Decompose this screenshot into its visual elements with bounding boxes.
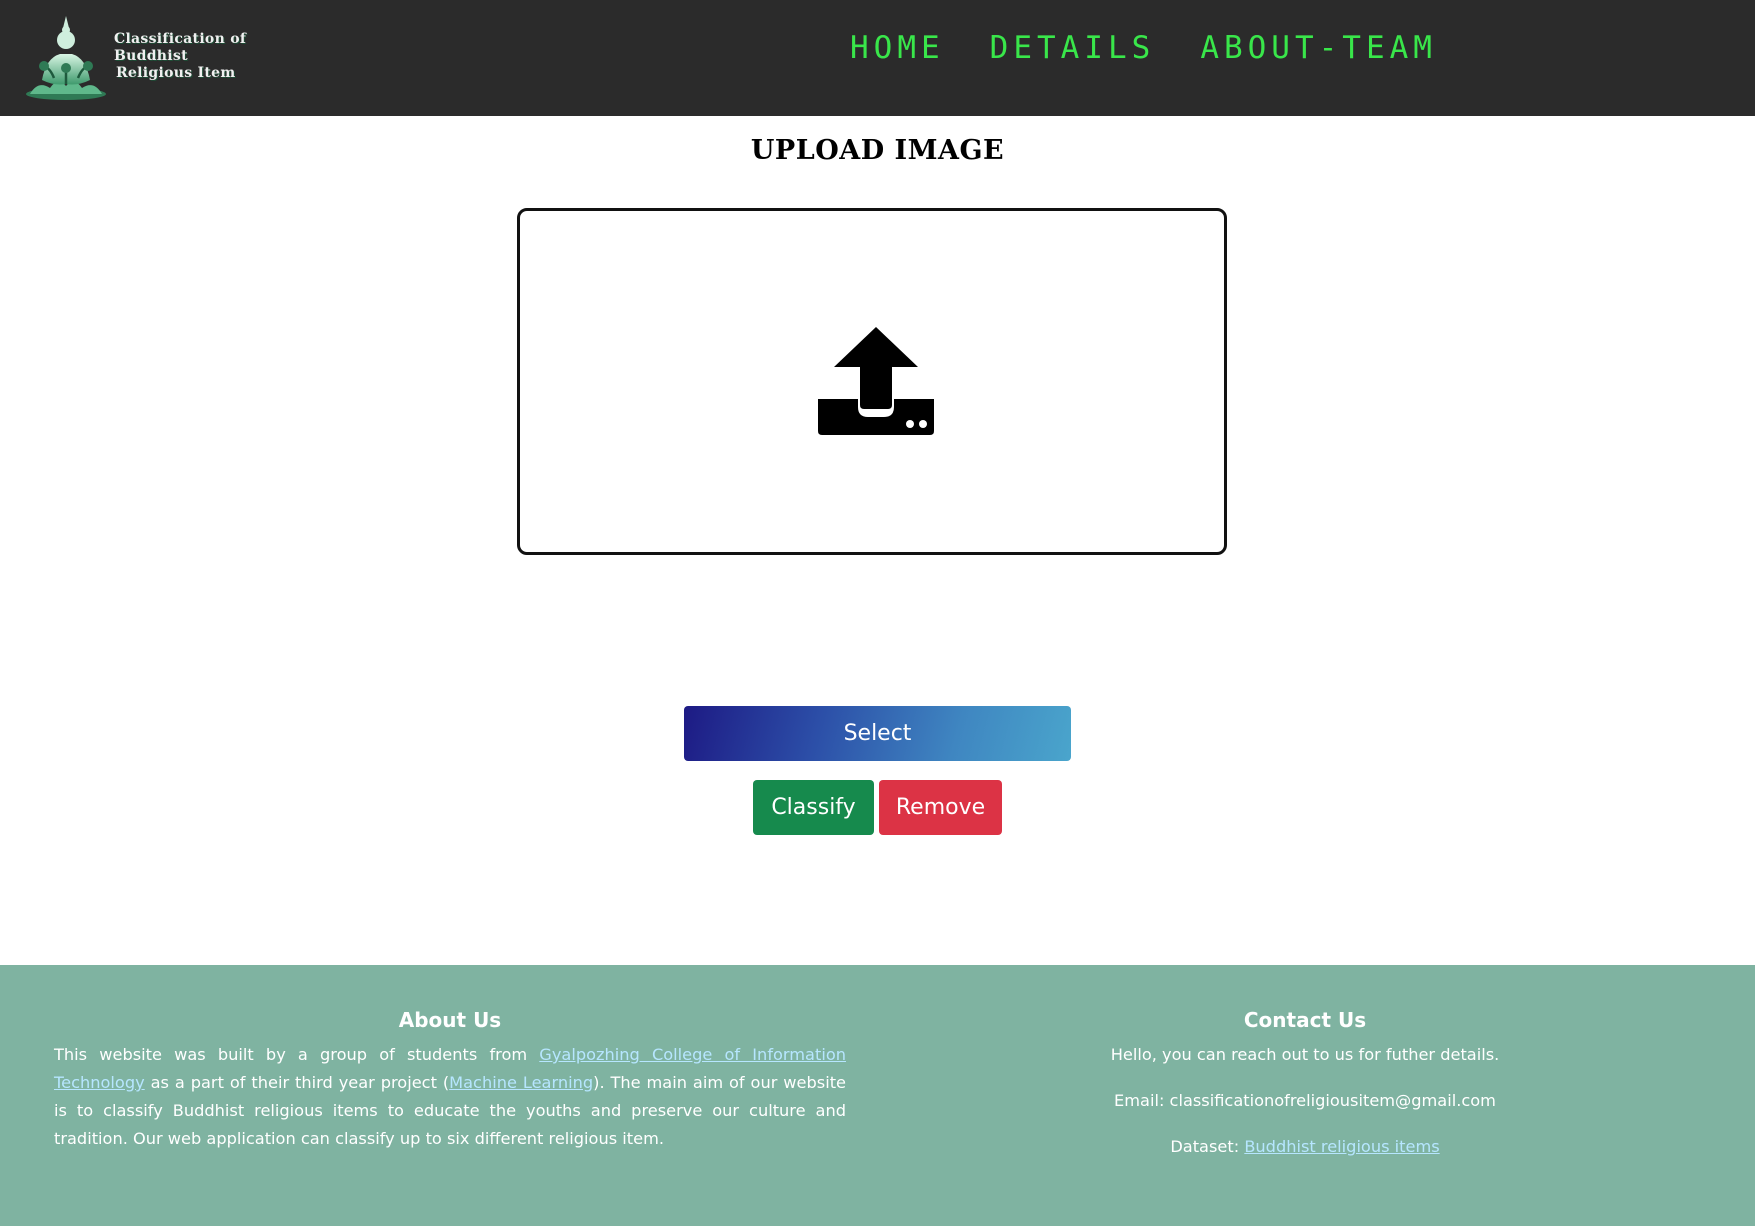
remove-button[interactable]: Remove [879,780,1002,835]
site-footer: About Us This website was built by a gro… [0,965,1755,1226]
contact-intro-text: Hello, you can reach out to us for futhe… [1110,1045,1500,1064]
site-logo[interactable]: Classification of Buddhist Religious Ite… [20,10,310,102]
nav-about-team-link[interactable]: ABOUT-TEAM [1200,30,1437,66]
about-text-part2: as a part of their third year project ( [144,1073,450,1092]
page-title: UPLOAD IMAGE [750,135,1005,166]
nav-details-link[interactable]: DETAILS [990,30,1156,66]
buddha-tree-logo-icon [26,16,106,100]
main-nav: HOME DETAILS ABOUT-TEAM [850,22,1482,74]
about-text-part1: This website was built by a group of stu… [54,1045,540,1064]
contact-us-heading: Contact Us [1243,1008,1367,1032]
classify-button[interactable]: Classify [753,780,874,835]
about-us-section: About Us This website was built by a gro… [54,1008,846,1153]
image-dropzone[interactable] [517,208,1227,555]
select-image-button[interactable]: Select [684,706,1071,761]
top-navbar: Classification of Buddhist Religious Ite… [0,0,1755,116]
dataset-label: Dataset: [1170,1137,1245,1156]
machine-learning-link[interactable]: Machine Learning [449,1073,593,1092]
about-us-text: This website was built by a group of stu… [54,1041,846,1153]
site-logo-text: Classification of Buddhist Religious Ite… [114,31,310,82]
dataset-line: Dataset: Buddhist religious items [1010,1133,1600,1161]
dataset-link[interactable]: Buddhist religious items [1244,1137,1439,1156]
contact-email-text: Email: classificationofreligiousitem@gma… [1114,1091,1496,1110]
contact-us-section: Contact Us Hello, you can reach out to u… [1010,1008,1600,1179]
nav-home-link[interactable]: HOME [850,30,945,66]
about-us-heading: About Us [398,1008,502,1032]
logo-title-line1: Classification of Buddhist [114,30,247,64]
upload-tray-icon [818,327,934,435]
logo-title-line2: Religious Item [116,64,236,81]
